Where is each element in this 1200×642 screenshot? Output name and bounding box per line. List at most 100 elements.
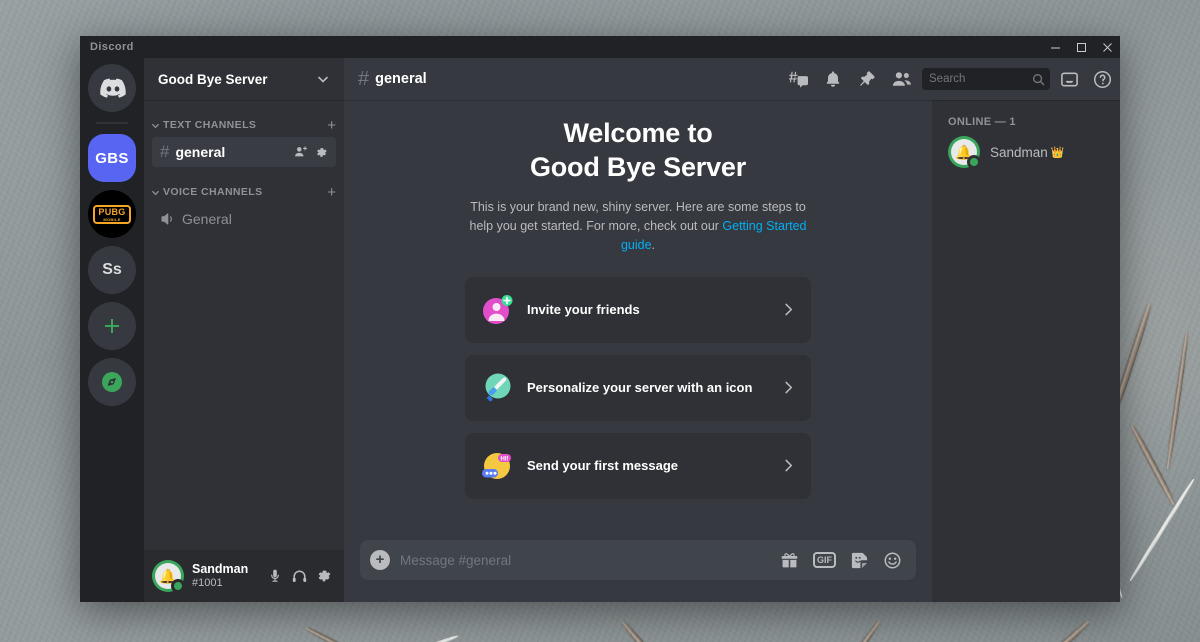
wallpaper-twig — [405, 634, 458, 642]
svg-text:HI!: HI! — [501, 456, 509, 462]
guild-item-good-bye-server[interactable]: GBS — [88, 134, 136, 182]
search-icon[interactable] — [1032, 73, 1045, 86]
pinned-messages-icon[interactable] — [858, 70, 876, 88]
channel-topbar: # general — [344, 58, 1120, 100]
maximize-button[interactable] — [1068, 36, 1094, 58]
wallpaper-twig — [620, 620, 666, 642]
minimize-button[interactable] — [1042, 36, 1068, 58]
guild-icon-ss[interactable]: Ss — [88, 246, 136, 294]
chevron-down-icon[interactable] — [150, 120, 161, 131]
message-composer[interactable]: + Message #general GIF — [360, 540, 916, 580]
discord-window: Discord GBS — [80, 36, 1120, 602]
paintbrush-icon — [481, 372, 513, 404]
mute-microphone-icon[interactable] — [267, 568, 283, 584]
status-badge-online — [967, 155, 981, 169]
chevron-right-icon[interactable] — [782, 381, 795, 394]
member-name: Sandman — [990, 145, 1048, 160]
server-welcome-panel: Welcome to Good Bye Server This is your … — [344, 100, 932, 540]
category-voice-channels[interactable]: VOICE CHANNELS + — [144, 181, 344, 203]
speaker-icon — [160, 211, 176, 227]
create-invite-icon[interactable] — [294, 145, 308, 159]
chat-area: Welcome to Good Bye Server This is your … — [344, 100, 932, 602]
hash-icon: # — [358, 68, 369, 91]
category-text-channels[interactable]: TEXT CHANNELS + — [144, 114, 344, 136]
close-button[interactable] — [1094, 36, 1120, 58]
channel-name: General — [182, 211, 328, 227]
search-placeholder: Search — [929, 73, 965, 85]
card-invite-your-friends[interactable]: Invite your friends — [465, 277, 811, 343]
window-title: Discord — [80, 41, 134, 53]
user-panel: 🔔 Sandman #1001 — [144, 550, 344, 602]
chevron-right-icon[interactable] — [782, 303, 795, 316]
pubg-subtitle: MOBILE — [103, 218, 120, 222]
channel-item-general[interactable]: # general — [152, 137, 336, 167]
help-icon[interactable] — [1093, 70, 1112, 89]
discord-home-icon[interactable] — [88, 64, 136, 112]
card-label: Send your first message — [527, 458, 768, 473]
add-server-button[interactable] — [88, 302, 136, 350]
channel-name: general — [175, 144, 288, 160]
guild-item-pubg-mobile[interactable]: PUBG MOBILE — [88, 190, 136, 238]
user-settings-gear-icon[interactable] — [316, 568, 332, 584]
member-item-sandman[interactable]: 🔔 Sandman 👑 — [940, 134, 1112, 170]
chat-scrollbar[interactable] — [916, 100, 932, 602]
hash-icon: # — [160, 142, 169, 162]
chat-bubble-icon: HI! — [481, 450, 513, 482]
search-input[interactable]: Search — [922, 68, 1050, 90]
main-content: # general — [344, 58, 1120, 602]
category-label: VOICE CHANNELS — [163, 186, 263, 198]
add-voice-channel-button[interactable]: + — [327, 185, 336, 200]
sticker-icon[interactable] — [850, 551, 869, 570]
card-personalize-your-server[interactable]: Personalize your server with an icon — [465, 355, 811, 421]
wallpaper-twig — [1035, 619, 1091, 642]
deafen-headphones-icon[interactable] — [291, 568, 308, 585]
channel-list: TEXT CHANNELS + # general — [144, 100, 344, 550]
user-identity[interactable]: Sandman #1001 — [192, 562, 259, 589]
channel-item-voice-general[interactable]: General — [152, 204, 336, 234]
plus-icon[interactable] — [88, 302, 136, 350]
user-avatar[interactable]: 🔔 — [152, 560, 184, 592]
notification-bell-icon[interactable] — [824, 70, 842, 88]
pubg-title: PUBG — [98, 208, 125, 217]
chevron-down-icon[interactable] — [316, 72, 330, 86]
chevron-down-icon[interactable] — [150, 187, 161, 198]
gif-icon[interactable]: GIF — [813, 552, 836, 568]
guild-icon-pubg[interactable]: PUBG MOBILE — [88, 190, 136, 238]
onboarding-cards: Invite your friends — [465, 277, 811, 499]
status-badge-online — [171, 579, 185, 593]
user-name: Sandman — [192, 562, 259, 576]
compass-icon[interactable] — [88, 358, 136, 406]
member-list-heading: ONLINE — 1 — [932, 116, 1120, 134]
threads-icon[interactable] — [789, 70, 808, 89]
guild-icon-gbs[interactable]: GBS — [88, 134, 136, 182]
emoji-icon[interactable] — [883, 551, 902, 570]
member-list-icon[interactable] — [892, 70, 912, 88]
upload-attachment-button[interactable]: + — [370, 550, 390, 570]
message-composer-wrap: + Message #general GIF — [344, 540, 932, 602]
wallpaper-twig — [1165, 330, 1189, 469]
user-tag: #1001 — [192, 577, 259, 590]
server-name: Good Bye Server — [158, 72, 268, 87]
inbox-icon[interactable] — [1060, 70, 1079, 89]
welcome-title-line1: Welcome to — [563, 118, 712, 148]
gift-icon[interactable] — [780, 551, 799, 570]
window-titlebar[interactable]: Discord — [80, 36, 1120, 58]
guild-item-ss[interactable]: Ss — [88, 246, 136, 294]
welcome-description: This is your brand new, shiny server. He… — [466, 198, 811, 254]
welcome-title-line2: Good Bye Server — [530, 152, 746, 182]
chevron-right-icon[interactable] — [782, 459, 795, 472]
member-list: ONLINE — 1 🔔 Sandman 👑 — [932, 100, 1120, 602]
wallpaper-twig — [1129, 424, 1177, 506]
wallpaper-twig — [305, 626, 360, 642]
server-header-dropdown[interactable]: Good Bye Server — [144, 58, 344, 100]
explore-servers-button[interactable] — [88, 358, 136, 406]
guild-item-home[interactable] — [88, 64, 136, 112]
add-text-channel-button[interactable]: + — [327, 118, 336, 133]
card-send-your-first-message[interactable]: HI! Send your first message — [465, 433, 811, 499]
welcome-description-part2: . — [652, 238, 655, 252]
member-avatar[interactable]: 🔔 — [948, 136, 980, 168]
edit-channel-gear-icon[interactable] — [315, 146, 328, 159]
pubg-badge: PUBG MOBILE — [93, 205, 130, 224]
wallpaper-twig — [1129, 478, 1196, 582]
message-input[interactable]: Message #general — [400, 553, 770, 568]
